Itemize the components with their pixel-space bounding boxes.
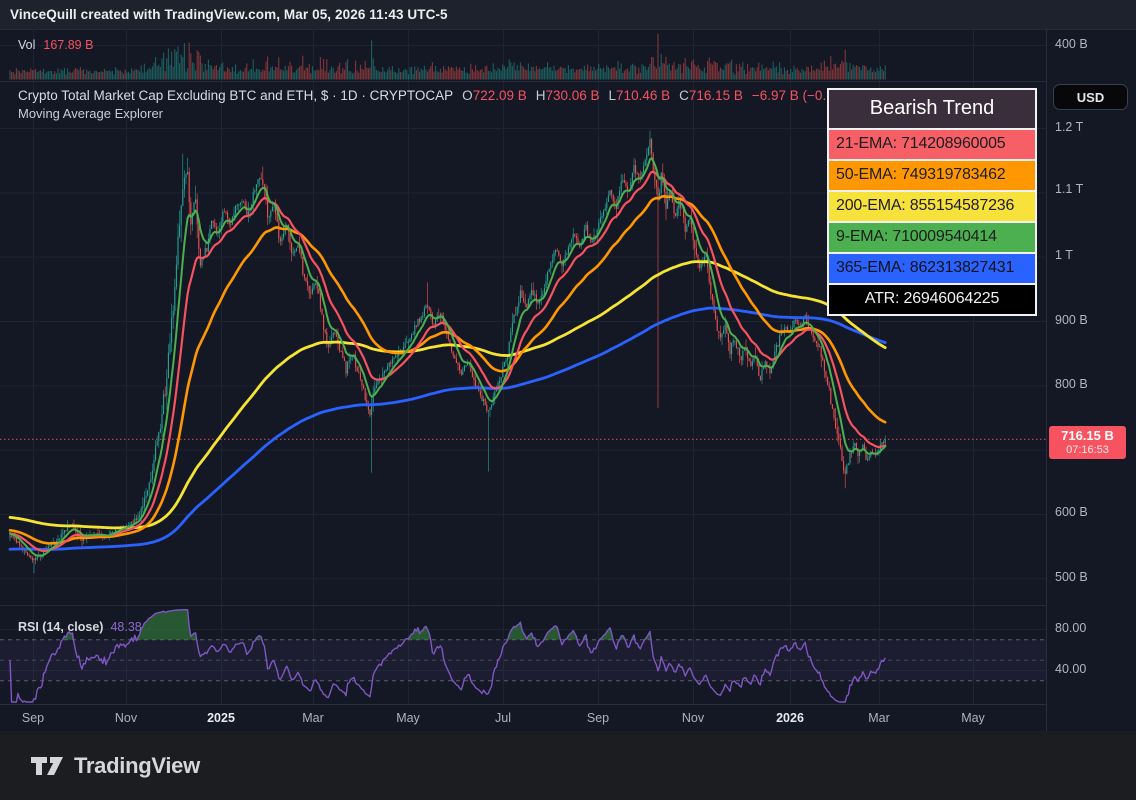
9-ema-line [10, 158, 885, 555]
candle-bodies-up [9, 139, 885, 560]
ohlc-key: L [609, 88, 617, 103]
legend-row: 365-EMA: 862313827431 [829, 252, 1035, 283]
time-axis[interactable]: Sep Nov 2025 Mar May Jul Sep Nov 2026 Mar May [0, 704, 1046, 731]
volume-value: 167.89 B [43, 38, 93, 52]
legend-row: 200-EMA: 855154587236 [829, 190, 1035, 221]
rsi-overbought-fill [63, 610, 651, 640]
ohlc-key: C [679, 88, 689, 103]
ohlc-pair: O722.09 B [462, 88, 527, 103]
tradingview-wordmark: TradingView [74, 753, 200, 779]
price-axis-label: 600 B [1055, 505, 1088, 519]
time-axis-label: Mar [302, 711, 324, 725]
tradingview-logo[interactable]: TradingView [30, 753, 200, 779]
rsi-value: 48.38 [110, 620, 141, 634]
ohlc-pair: H730.06 B [536, 88, 600, 103]
last-price-value: 716.15 B [1049, 428, 1126, 443]
ohlc-values: O722.09 B H730.06 B L710.46 B C716.15 B [462, 88, 743, 103]
legend-row: 50-EMA: 749319783462 [829, 159, 1035, 190]
trend-status-label: Bearish Trend [829, 90, 1035, 128]
time-axis-label: May [396, 711, 420, 725]
price-axis-label: 1 T [1055, 248, 1073, 262]
time-axis-label: May [961, 711, 985, 725]
indicator-title[interactable]: Moving Average Explorer [18, 106, 163, 121]
symbol-line: Crypto Total Market Cap Excluding BTC an… [18, 88, 858, 103]
ema-legend-table[interactable]: Bearish Trend 21-EMA: 71420896000550-EMA… [827, 88, 1037, 316]
50-ema-line [10, 196, 885, 543]
legend-row: 9-EMA: 710009540414 [829, 221, 1035, 252]
legend-row: 21-EMA: 714208960005 [829, 128, 1035, 159]
rsi-legend: RSI (14, close) 48.38 [18, 620, 142, 634]
ohlc-value: 710.46 B [616, 88, 670, 103]
ohlc-key: O [462, 88, 473, 103]
time-axis-label: 2025 [207, 711, 235, 725]
tradingview-logo-icon [30, 753, 64, 779]
bar-countdown: 07:16:53 [1049, 444, 1126, 456]
candle-wicks-up [10, 131, 885, 574]
time-axis-label: Sep [587, 711, 609, 725]
time-axis-label: Mar [868, 711, 890, 725]
price-axis-label: 1.1 T [1055, 182, 1083, 196]
attribution-bar: VinceQuill created with TradingView.com,… [0, 0, 1136, 30]
volume-indicator-label[interactable]: Vol [18, 38, 35, 52]
time-axis-label: Nov [682, 711, 704, 725]
last-price-tag: 716.15 B 07:16:53 [1049, 426, 1126, 459]
volume-legend: Vol 167.89 B [18, 38, 93, 52]
ohlc-value: 716.15 B [689, 88, 743, 103]
time-axis-label: Nov [115, 711, 137, 725]
symbol-title[interactable]: Crypto Total Market Cap Excluding BTC an… [18, 88, 453, 103]
tradingview-chart-window: VinceQuill created with TradingView.com,… [0, 0, 1136, 800]
price-axis-label: 400 B [1055, 37, 1088, 51]
ema-legend-rows: 21-EMA: 71420896000550-EMA: 749319783462… [829, 128, 1035, 314]
ohlc-value: 722.09 B [473, 88, 527, 103]
price-axis[interactable]: USD 716.15 B 07:16:53 400 B 1.2 T 1.1 T 1 T… [1046, 0, 1136, 731]
candle-bodies-down [11, 139, 884, 560]
time-axis-label: Sep [22, 711, 44, 725]
attribution-text: VinceQuill created with TradingView.com,… [10, 7, 448, 22]
candle-wicks-down [12, 138, 884, 564]
ohlc-value: 730.06 B [545, 88, 599, 103]
price-axis-label: 800 B [1055, 377, 1088, 391]
footer-bar: TradingView [0, 731, 1136, 800]
price-axis-label: 900 B [1055, 313, 1088, 327]
price-axis-label: 40.00 [1055, 662, 1086, 676]
200-ema-line [10, 262, 885, 528]
ohlc-pair: C716.15 B [679, 88, 743, 103]
price-axis-label: 1.2 T [1055, 120, 1083, 134]
currency-toggle-button[interactable]: USD [1053, 84, 1128, 110]
legend-row: ATR: 26946064225 [829, 283, 1035, 314]
ohlc-pair: L710.46 B [609, 88, 671, 103]
price-axis-label: 80.00 [1055, 621, 1086, 635]
volume-bars-up [10, 40, 885, 79]
time-axis-label: 2026 [776, 711, 804, 725]
price-axis-label: 500 B [1055, 570, 1088, 584]
rsi-indicator-label[interactable]: RSI (14, close) [18, 620, 103, 634]
time-axis-label: Jul [495, 711, 511, 725]
